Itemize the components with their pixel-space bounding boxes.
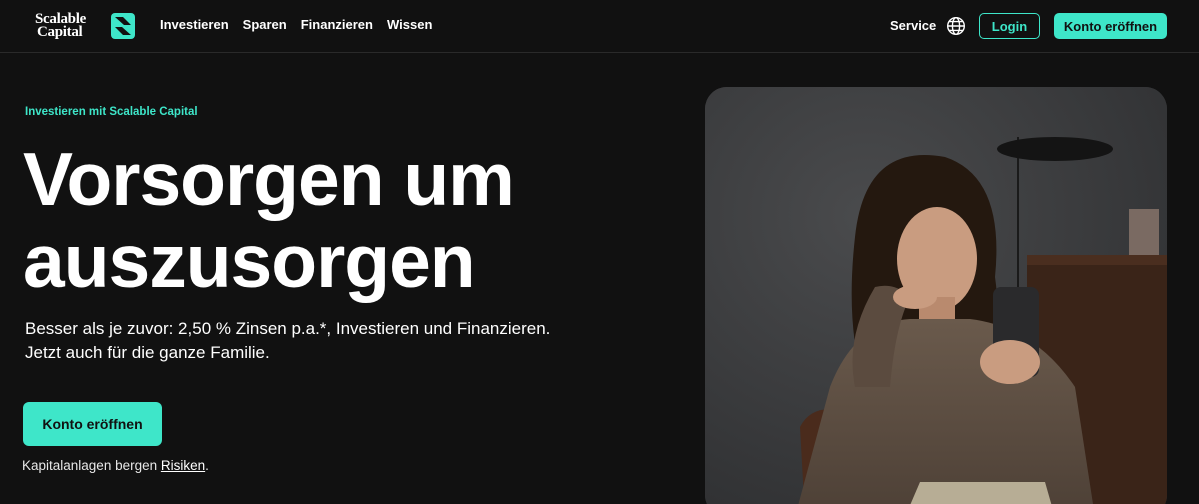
hero-eyebrow: Investieren mit Scalable Capital xyxy=(25,106,198,118)
risk-disclaimer: Kapitalanlagen bergen Risiken. xyxy=(22,458,209,473)
main-nav: Investieren Sparen Finanzieren Wissen xyxy=(160,17,432,32)
nav-item-sparen[interactable]: Sparen xyxy=(243,17,287,32)
open-account-header-button[interactable]: Konto eröffnen xyxy=(1054,13,1167,39)
hero-photo xyxy=(705,87,1167,504)
login-button[interactable]: Login xyxy=(979,13,1040,39)
scalable-capital-logo[interactable]: Scalable Capital xyxy=(35,11,135,41)
nav-item-finanzieren[interactable]: Finanzieren xyxy=(301,17,373,32)
open-account-hero-button[interactable]: Konto eröffnen xyxy=(23,402,162,446)
headline-line2: auszusorgen xyxy=(23,219,476,303)
service-link[interactable]: Service xyxy=(890,18,936,33)
subline-line1: Besser als je zuvor: 2,50 % Zinsen p.a.*… xyxy=(25,319,551,338)
nav-item-wissen[interactable]: Wissen xyxy=(387,17,432,32)
risk-prefix: Kapitalanlagen bergen xyxy=(22,458,161,473)
logo-line2: Capital xyxy=(37,24,83,40)
logo-wordmark: Scalable Capital xyxy=(35,12,105,40)
risk-suffix: . xyxy=(205,458,209,473)
hero-subline: Besser als je zuvor: 2,50 % Zinsen p.a.*… xyxy=(25,317,625,365)
headline-line1: Vorsorgen um xyxy=(23,137,515,221)
site-header: Scalable Capital Investieren Sparen Fina… xyxy=(0,0,1199,53)
logo-s-mark-icon xyxy=(111,13,135,39)
hero-photo-illustration xyxy=(705,87,1167,504)
risks-link[interactable]: Risiken xyxy=(161,458,205,473)
nav-item-investieren[interactable]: Investieren xyxy=(160,17,229,32)
globe-icon[interactable] xyxy=(946,16,966,36)
subline-line2: Jetzt auch für die ganze Familie. xyxy=(25,343,270,362)
hero-headline: Vorsorgen um auszusorgen xyxy=(23,138,683,302)
